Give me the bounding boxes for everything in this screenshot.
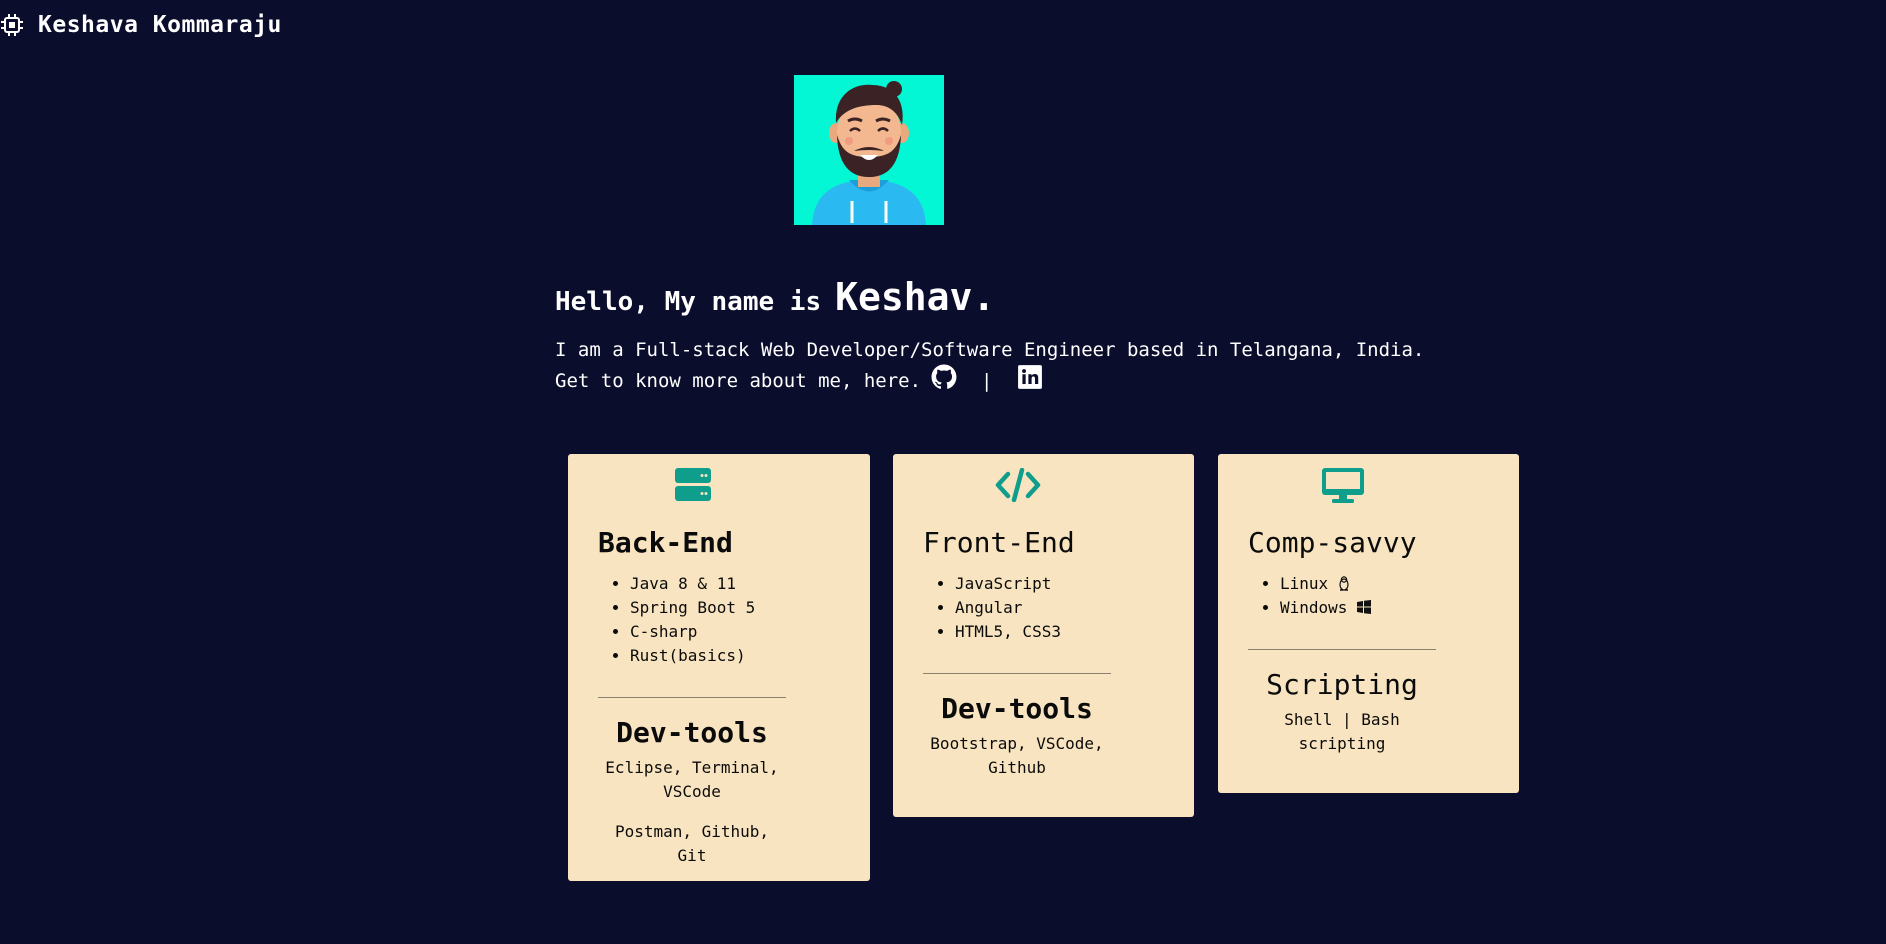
skill-list: Java 8 & 11 Spring Boot 5 C-sharp Rust(b… (598, 572, 755, 668)
card-title: Front-End (923, 526, 1075, 559)
dev-tools-text: Eclipse, Terminal, VSCode (605, 758, 779, 801)
list-item: Windows (1280, 596, 1372, 620)
greeting-heading: Hello, My name is Keshav. (555, 275, 1555, 319)
dev-tools-text: Bootstrap, VSCode, Github (930, 734, 1104, 777)
divider (598, 697, 786, 698)
card-title: Comp-savvy (1248, 526, 1417, 559)
list-item: Java 8 & 11 (630, 572, 755, 596)
github-icon (931, 364, 957, 389)
card-front-end: Front-End JavaScript Angular HTML5, CSS3… (893, 454, 1194, 817)
brand-name-link[interactable]: Keshava Kommaraju (38, 12, 282, 38)
skill-list: JavaScript Angular HTML5, CSS3 (923, 572, 1061, 644)
bio: I am a Full-stack Web Developer/Software… (555, 337, 1555, 398)
list-item: Angular (955, 596, 1061, 620)
greeting-prefix: Hello, My name is (555, 287, 822, 317)
scripting-text: Shell | Bash scripting (1284, 710, 1400, 753)
site-header: Keshava Kommaraju (0, 8, 282, 42)
scripting-heading: Scripting (1266, 668, 1418, 701)
bio-line-1: I am a Full-stack Web Developer/Software… (555, 339, 1425, 361)
card-title: Back-End (598, 526, 733, 559)
list-item: Spring Boot 5 (630, 596, 755, 620)
github-link[interactable] (931, 364, 957, 398)
bio-line-2: Get to know more about me, here. | (555, 364, 1555, 398)
bio-line-2-text: Get to know more about me, here. (555, 369, 922, 392)
list-item-label: Linux (1280, 574, 1329, 593)
list-item: HTML5, CSS3 (955, 620, 1061, 644)
cpu-chip-icon (1, 14, 23, 36)
list-item-label: Windows (1280, 598, 1348, 617)
divider (923, 673, 1111, 674)
dev-tools-text-2: Postman, Github, Git (614, 822, 770, 865)
linkedin-icon (1017, 365, 1042, 389)
avatar (794, 75, 944, 225)
skill-list: Linux Windows (1248, 572, 1372, 620)
windows-icon (1357, 600, 1372, 614)
card-comp-savvy: Comp-savvy Linux Windows Scripting Shell… (1218, 454, 1519, 793)
server-icon (675, 468, 711, 501)
divider (1248, 649, 1436, 650)
card-back-end: Back-End Java 8 & 11 Spring Boot 5 C-sha… (568, 454, 870, 881)
linkedin-link[interactable] (1017, 364, 1043, 398)
link-separator: | (981, 369, 993, 392)
greeting-name: Keshav. (835, 275, 996, 319)
list-item: Rust(basics) (630, 644, 755, 668)
intro-section: Hello, My name is Keshav. I am a Full-st… (555, 275, 1555, 398)
code-icon (995, 468, 1041, 502)
developer-avatar (812, 81, 926, 225)
dev-tools-heading: Dev-tools (941, 692, 1093, 725)
list-item: JavaScript (955, 572, 1061, 596)
list-item: C-sharp (630, 620, 755, 644)
desktop-icon (1322, 468, 1364, 503)
dev-tools-heading: Dev-tools (616, 716, 768, 749)
list-item: Linux (1280, 572, 1371, 596)
linux-penguin-icon (1339, 576, 1349, 591)
